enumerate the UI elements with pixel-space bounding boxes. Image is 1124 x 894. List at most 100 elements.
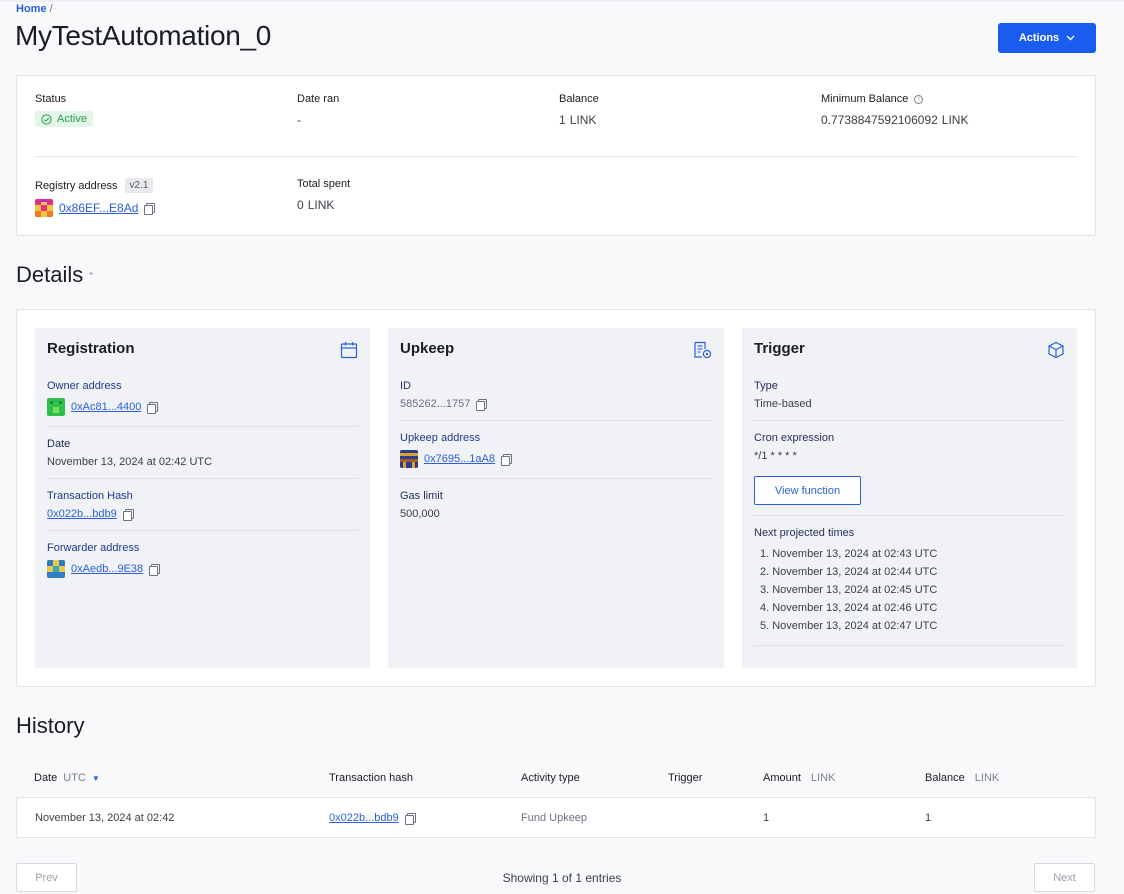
transaction-hash-field: Transaction Hash 0x022b...bdb9 (47, 479, 358, 531)
cron-expression-label: Cron expression (754, 432, 835, 444)
version-badge: v2.1 (124, 178, 154, 193)
upkeep-address-label: Upkeep address (400, 432, 481, 444)
forwarder-address-link[interactable]: 0xAedb...9E38 (71, 563, 143, 575)
forwarder-address-row: 0xAedb...9E38 (47, 560, 358, 578)
pagination-status: Showing 1 of 1 entries (502, 871, 622, 885)
min-balance-label-row: Minimum Balance i (821, 93, 968, 105)
forwarder-avatar-icon (47, 560, 65, 578)
trigger-type-label: Type (754, 380, 778, 392)
next-button[interactable]: Next (1034, 863, 1095, 892)
transaction-hash-row: 0x022b...bdb9 (47, 508, 358, 521)
list-item: 4. November 13, 2024 at 02:46 UTC (760, 602, 938, 614)
column-date-unit: UTC (63, 772, 86, 784)
row-amount: 1 (763, 812, 770, 824)
sort-down-icon[interactable]: ▼ (92, 774, 100, 783)
copy-icon[interactable] (149, 563, 161, 576)
upkeep-id-value: 585262...1757 (400, 398, 471, 410)
upkeep-address-field: Upkeep address 0x7695...1aA8 (400, 421, 712, 479)
status-label: Status (35, 93, 67, 105)
row-tx-link[interactable]: 0x022b...bdb9 (329, 812, 399, 824)
min-balance-field: Minimum Balance i 0.7738847592106092 LINK (821, 93, 968, 127)
projected-times-field: Next projected times 1. November 13, 202… (754, 516, 1065, 646)
min-balance-value: 0.7738847592106092 (821, 113, 938, 127)
balance-unit: LINK (569, 113, 597, 127)
column-balance-label: Balance (925, 772, 965, 784)
top-strip (0, 0, 1124, 2)
row-date: November 13, 2024 at 02:42 (35, 812, 175, 824)
history-title: History (16, 713, 85, 738)
upkeep-panel: Upkeep ID 585262...1757 Upkeep address 0… (388, 328, 724, 668)
gas-limit-field: Gas limit 500,000 (400, 479, 712, 530)
balance-value-row: 1 LINK (559, 113, 599, 127)
registration-date-field: Date November 13, 2024 at 02:42 UTC (47, 427, 358, 479)
balance-label: Balance (559, 93, 599, 105)
min-balance-value-row: 0.7738847592106092 LINK (821, 113, 968, 127)
date-ran-value: - (297, 113, 301, 127)
trigger-type-field: Type Time-based (754, 369, 1065, 421)
column-amount-unit: LINK (810, 772, 836, 784)
copy-icon[interactable] (122, 508, 134, 521)
registration-date-label: Date (47, 438, 71, 450)
upkeep-avatar-icon (400, 450, 418, 468)
upkeep-id-field: ID 585262...1757 (400, 369, 712, 421)
total-spent-unit: LINK (307, 198, 335, 212)
registry-address-link[interactable]: 0x86EF...E8Ad (59, 201, 138, 215)
document-settings-icon (694, 341, 712, 359)
chevron-up-icon: ⌃ (87, 270, 95, 281)
registry-avatar-icon (35, 199, 53, 217)
history-table-header: Date UTC ▼ Transaction hash Activity typ… (16, 768, 1096, 790)
forwarder-address-label: Forwarder address (47, 542, 140, 554)
summary-card: Status Active Date ran - Balance 1 LINK M… (16, 75, 1096, 236)
owner-address-field: Owner address 0xAc81...4400 (47, 369, 358, 427)
balance-field: Balance 1 LINK (559, 93, 599, 127)
owner-address-link[interactable]: 0xAc81...4400 (71, 401, 141, 413)
details-heading[interactable]: Details ⌃ (16, 262, 95, 288)
total-spent-field: Total spent 0 LINK (297, 178, 350, 212)
status-field: Status Active (35, 93, 93, 130)
copy-icon[interactable] (144, 202, 156, 215)
page-title: MyTestAutomation_0 (15, 20, 272, 51)
registry-label: Registry address (35, 179, 118, 192)
column-tx-hash: Transaction hash (329, 772, 413, 784)
details-card: Registration Owner address 0xAc81...4400… (16, 309, 1096, 687)
status-badge: Active (35, 111, 93, 127)
registry-label-row: Registry address v2.1 (35, 178, 154, 193)
registration-date-value: November 13, 2024 at 02:42 UTC (47, 456, 213, 468)
info-icon[interactable]: i (914, 94, 924, 104)
cron-expression-field: Cron expression */1 * * * * View functio… (754, 421, 1065, 516)
copy-icon[interactable] (500, 453, 512, 466)
copy-icon[interactable] (476, 398, 488, 411)
copy-icon[interactable] (147, 401, 159, 414)
list-item: 5. November 13, 2024 at 02:47 UTC (760, 620, 938, 632)
copy-icon[interactable] (404, 812, 416, 825)
column-balance-unit: LINK (974, 772, 1000, 784)
date-ran-field: Date ran - (297, 93, 339, 127)
breadcrumb-separator: / (49, 3, 53, 15)
min-balance-unit: LINK (941, 113, 969, 127)
trigger-panel: Trigger Type Time-based Cron expression … (742, 328, 1077, 668)
summary-divider (35, 156, 1077, 157)
cube-icon (1048, 341, 1064, 359)
column-amount: Amount LINK (763, 772, 835, 784)
owner-address-label: Owner address (47, 380, 122, 392)
min-balance-label: Minimum Balance (821, 93, 909, 105)
actions-button[interactable]: Actions (998, 23, 1096, 53)
view-function-button[interactable]: View function (754, 476, 861, 505)
list-item: 3. November 13, 2024 at 02:45 UTC (760, 584, 938, 596)
trigger-type-value: Time-based (754, 398, 812, 410)
registry-field: Registry address v2.1 0x86EF...E8Ad (35, 178, 156, 217)
registry-value-row: 0x86EF...E8Ad (35, 199, 156, 217)
breadcrumb-home-link[interactable]: Home (16, 3, 47, 15)
upkeep-address-link[interactable]: 0x7695...1aA8 (424, 453, 495, 465)
column-date[interactable]: Date UTC ▼ (34, 772, 100, 784)
row-tx-cell: 0x022b...bdb9 (329, 812, 416, 825)
date-ran-label: Date ran (297, 93, 340, 105)
owner-address-row: 0xAc81...4400 (47, 398, 358, 416)
row-balance: 1 (925, 812, 932, 824)
projected-times-label: Next projected times (754, 527, 855, 539)
transaction-hash-link[interactable]: 0x022b...bdb9 (47, 508, 117, 520)
balance-value: 1 (559, 113, 566, 127)
total-spent-label: Total spent (297, 178, 351, 190)
registration-panel: Registration Owner address 0xAc81...4400… (35, 328, 370, 668)
owner-avatar-icon (47, 398, 65, 416)
